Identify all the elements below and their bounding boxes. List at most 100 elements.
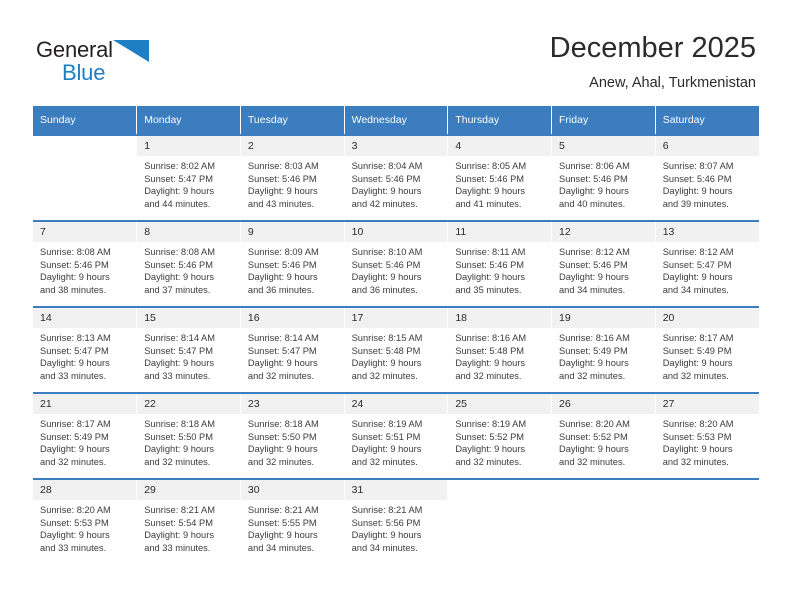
day-number: 8 [137, 222, 240, 242]
day-number [33, 136, 137, 156]
day-info: Sunrise: 8:03 AM Sunset: 5:46 PM Daylight:… [241, 156, 344, 212]
sunset-text: Sunset: 5:46 PM [144, 259, 213, 270]
day-cell[interactable]: 15 Sunrise: 8:14 AM Sunset: 5:47 PM Dayligh… [136, 306, 241, 393]
sunset-text: Sunset: 5:46 PM [247, 173, 317, 184]
day-cell[interactable]: 22 Sunrise: 8:18 AM Sunset: 5:50 PM Dayligh… [136, 392, 241, 479]
day-number: 26 [552, 394, 655, 414]
day-number: 18 [448, 308, 552, 328]
sunset-text: Sunset: 5:50 PM [247, 431, 317, 442]
sunset-text: Sunset: 5:46 PM [351, 259, 421, 270]
daylight-text-line2: and 36 minutes. [247, 284, 315, 295]
day-cell[interactable]: 24 Sunrise: 8:19 AM Sunset: 5:51 PM Dayligh… [344, 392, 449, 479]
calendar-page: General Blue December 2025 Anew, Ahal, T… [0, 0, 792, 612]
day-number [448, 480, 552, 500]
day-cell[interactable]: 1 Sunrise: 8:02 AM Sunset: 5:47 PM Daylight… [136, 134, 241, 221]
day-cell[interactable]: 7 Sunrise: 8:08 AM Sunset: 5:46 PM Daylight… [33, 220, 138, 307]
day-cell[interactable]: 12 Sunrise: 8:12 AM Sunset: 5:46 PM Dayligh… [551, 220, 656, 307]
day-cell[interactable]: 10 Sunrise: 8:10 AM Sunset: 5:46 PM Dayligh… [344, 220, 449, 307]
day-info: Sunrise: 8:19 AM Sunset: 5:51 PM Daylight:… [345, 414, 448, 470]
daylight-text-line2: and 40 minutes. [559, 198, 626, 209]
sunrise-text: Sunrise: 8:16 AM [559, 333, 630, 343]
daylight-text-line1: Daylight: 9 hours [351, 358, 422, 369]
day-cell[interactable]: 26 Sunrise: 8:20 AM Sunset: 5:52 PM Dayligh… [551, 392, 656, 479]
sunset-text: Sunset: 5:49 PM [559, 345, 628, 356]
day-cell[interactable]: 13 Sunrise: 8:12 AM Sunset: 5:47 PM Dayligh… [655, 220, 759, 307]
day-number: 15 [137, 308, 240, 328]
day-number: 31 [344, 480, 448, 500]
sunrise-text: Sunrise: 8:16 AM [455, 333, 527, 343]
calendar-header-row: Sunday Monday Tuesday Wednesday Thursday… [33, 106, 759, 135]
daylight-text-line2: and 32 minutes. [662, 456, 729, 467]
day-cell[interactable]: 3 Sunrise: 8:04 AM Sunset: 5:46 PM Daylight… [344, 134, 449, 221]
sunrise-text: Sunrise: 8:10 AM [351, 247, 423, 257]
day-cell[interactable]: 5 Sunrise: 8:06 AM Sunset: 5:46 PM Daylight… [551, 134, 656, 221]
day-number: 29 [137, 480, 240, 500]
daylight-text-line1: Daylight: 9 hours [351, 530, 422, 541]
day-cell[interactable]: 17 Sunrise: 8:15 AM Sunset: 5:48 PM Dayligh… [344, 306, 449, 393]
daylight-text-line1: Daylight: 9 hours [144, 530, 214, 541]
day-cell[interactable]: 23 Sunrise: 8:18 AM Sunset: 5:50 PM Dayligh… [240, 392, 345, 479]
sunrise-text: Sunrise: 8:05 AM [455, 161, 527, 171]
day-cell[interactable]: 27 Sunrise: 8:20 AM Sunset: 5:53 PM Dayligh… [655, 392, 759, 479]
sunset-text: Sunset: 5:52 PM [455, 431, 525, 442]
sunrise-text: Sunrise: 8:17 AM [662, 333, 734, 343]
sunset-text: Sunset: 5:46 PM [351, 173, 421, 184]
day-number: 20 [655, 308, 759, 328]
daylight-text-line1: Daylight: 9 hours [662, 186, 733, 197]
calendar-week-row: 1 Sunrise: 8:02 AM Sunset: 5:47 PM Daylight… [33, 134, 759, 221]
daylight-text-line2: and 39 minutes. [662, 198, 729, 209]
day-number [552, 480, 655, 500]
day-cell[interactable]: 19 Sunrise: 8:16 AM Sunset: 5:49 PM Dayligh… [551, 306, 656, 393]
day-info: Sunrise: 8:20 AM Sunset: 5:53 PM Daylight:… [33, 500, 136, 556]
day-cell[interactable]: 6 Sunrise: 8:07 AM Sunset: 5:46 PM Daylight… [655, 134, 759, 221]
daylight-text-line2: and 32 minutes. [351, 456, 418, 467]
daylight-text-line2: and 32 minutes. [662, 370, 729, 381]
day-number: 3 [344, 136, 448, 156]
day-number: 12 [552, 222, 655, 242]
day-cell[interactable]: 16 Sunrise: 8:14 AM Sunset: 5:47 PM Dayligh… [240, 306, 345, 393]
sunset-text: Sunset: 5:46 PM [455, 173, 525, 184]
day-info: Sunrise: 8:05 AM Sunset: 5:46 PM Daylight:… [448, 156, 551, 212]
day-number: 28 [33, 480, 137, 500]
weekday-header-saturday: Saturday [655, 106, 759, 135]
daylight-text-line2: and 34 minutes. [247, 542, 315, 553]
daylight-text-line2: and 32 minutes. [455, 456, 522, 467]
day-cell[interactable]: 21 Sunrise: 8:17 AM Sunset: 5:49 PM Dayligh… [33, 392, 138, 479]
day-cell[interactable]: 20 Sunrise: 8:17 AM Sunset: 5:49 PM Dayligh… [655, 306, 759, 393]
daylight-text-line1: Daylight: 9 hours [247, 358, 318, 369]
day-cell[interactable]: 14 Sunrise: 8:13 AM Sunset: 5:47 PM Dayligh… [33, 306, 138, 393]
daylight-text-line1: Daylight: 9 hours [40, 272, 110, 283]
sunset-text: Sunset: 5:47 PM [40, 345, 109, 356]
sunset-text: Sunset: 5:46 PM [662, 173, 732, 184]
day-cell[interactable]: 18 Sunrise: 8:16 AM Sunset: 5:48 PM Dayligh… [447, 306, 553, 393]
day-cell[interactable]: 9 Sunrise: 8:09 AM Sunset: 5:46 PM Daylight… [240, 220, 345, 307]
brand-logo-top: General [36, 38, 236, 62]
day-cell[interactable]: 8 Sunrise: 8:08 AM Sunset: 5:46 PM Daylight… [136, 220, 241, 307]
sunset-text: Sunset: 5:49 PM [40, 431, 109, 442]
sunset-text: Sunset: 5:53 PM [662, 431, 732, 442]
sunrise-text: Sunrise: 8:14 AM [247, 333, 319, 343]
sunset-text: Sunset: 5:54 PM [144, 517, 213, 528]
sunrise-text: Sunrise: 8:20 AM [559, 419, 630, 429]
day-info: Sunrise: 8:21 AM Sunset: 5:56 PM Daylight:… [345, 500, 448, 556]
day-cell-empty [655, 478, 759, 564]
day-cell[interactable]: 4 Sunrise: 8:05 AM Sunset: 5:46 PM Daylight… [447, 134, 553, 221]
day-info: Sunrise: 8:08 AM Sunset: 5:46 PM Daylight:… [137, 242, 240, 298]
day-cell[interactable]: 31 Sunrise: 8:21 AM Sunset: 5:56 PM Dayligh… [344, 478, 449, 564]
day-cell[interactable]: 2 Sunrise: 8:03 AM Sunset: 5:46 PM Daylight… [240, 134, 345, 221]
day-cell[interactable]: 29 Sunrise: 8:21 AM Sunset: 5:54 PM Dayligh… [136, 478, 241, 564]
daylight-text-line1: Daylight: 9 hours [247, 444, 318, 455]
day-info: Sunrise: 8:10 AM Sunset: 5:46 PM Daylight:… [345, 242, 448, 298]
sunset-text: Sunset: 5:47 PM [662, 259, 732, 270]
day-cell[interactable]: 25 Sunrise: 8:19 AM Sunset: 5:52 PM Dayligh… [447, 392, 553, 479]
daylight-text-line1: Daylight: 9 hours [144, 186, 214, 197]
sunset-text: Sunset: 5:52 PM [559, 431, 628, 442]
day-cell[interactable]: 30 Sunrise: 8:21 AM Sunset: 5:55 PM Dayligh… [240, 478, 345, 564]
sunrise-text: Sunrise: 8:21 AM [351, 505, 423, 515]
day-cell[interactable]: 11 Sunrise: 8:11 AM Sunset: 5:46 PM Dayligh… [447, 220, 553, 307]
brand-logo[interactable]: General Blue [36, 38, 236, 90]
sunrise-text: Sunrise: 8:15 AM [351, 333, 423, 343]
sunrise-text: Sunrise: 8:12 AM [662, 247, 734, 257]
day-cell[interactable]: 28 Sunrise: 8:20 AM Sunset: 5:53 PM Dayligh… [33, 478, 138, 564]
day-info: Sunrise: 8:09 AM Sunset: 5:46 PM Daylight:… [241, 242, 344, 298]
